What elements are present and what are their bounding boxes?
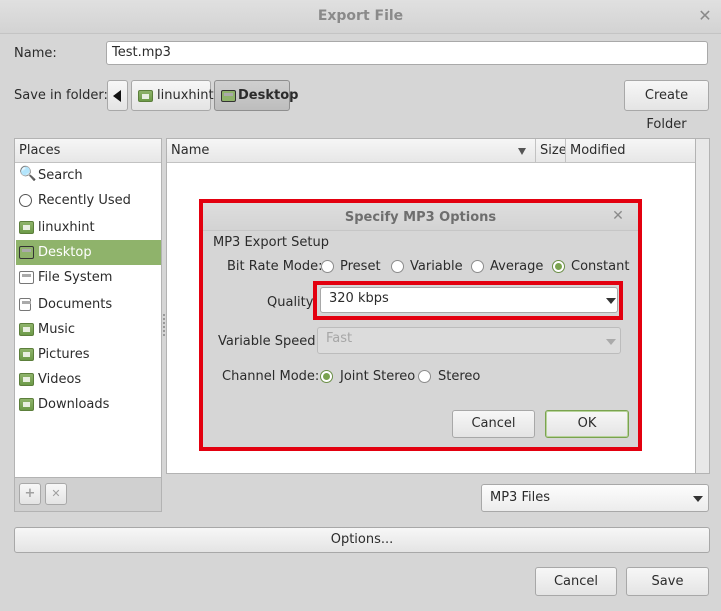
search-icon: 🔍 (19, 166, 37, 182)
places-header: Places (15, 139, 161, 163)
place-label: Music (38, 322, 75, 337)
file-type-value: MP3 Files (490, 490, 550, 505)
window-title: Export File (317, 8, 404, 24)
place-label: Downloads (38, 397, 110, 412)
pictures-folder-icon (19, 348, 34, 361)
path-back-button[interactable] (107, 80, 128, 111)
column-name[interactable]: Name (167, 139, 535, 163)
place-label: Videos (38, 372, 82, 387)
save-button[interactable]: Save (626, 567, 709, 596)
place-file-system[interactable]: File System (16, 265, 161, 290)
filename-input[interactable]: Test.mp3 (106, 41, 708, 65)
title-bar: Export File ✕ (0, 0, 721, 34)
dialog-highlight (199, 199, 642, 451)
downloads-folder-icon (19, 398, 34, 411)
crumb-label: Desktop (238, 88, 299, 103)
music-folder-icon (19, 323, 34, 336)
place-label: linuxhint (38, 220, 95, 235)
place-desktop[interactable]: Desktop (16, 240, 161, 265)
column-modified[interactable]: Modified (565, 139, 695, 163)
place-music[interactable]: Music (16, 317, 161, 342)
chevron-down-icon (693, 496, 703, 502)
place-label: Pictures (38, 347, 90, 362)
drive-icon (19, 271, 34, 284)
left-arrow-icon (113, 90, 121, 102)
crumb-linuxhint[interactable]: linuxhint (131, 80, 214, 111)
place-search[interactable]: 🔍 Search (16, 163, 161, 188)
save-in-folder-label: Save in folder: (14, 88, 108, 103)
videos-folder-icon (19, 373, 34, 386)
crumb-desktop[interactable]: Desktop (214, 80, 298, 111)
places-toolbar: + ✕ (14, 478, 162, 512)
place-label: Desktop (38, 245, 92, 260)
place-label: Search (38, 168, 83, 183)
close-icon[interactable]: ✕ (697, 7, 713, 25)
place-label: Recently Used (38, 193, 131, 208)
clock-icon (19, 194, 32, 207)
place-label: Documents (38, 297, 113, 312)
place-linuxhint[interactable]: linuxhint (16, 215, 161, 240)
place-documents[interactable]: Documents (16, 292, 161, 317)
place-label: File System (38, 270, 113, 285)
cancel-button[interactable]: Cancel (535, 567, 617, 596)
sort-down-icon (518, 148, 526, 155)
place-videos[interactable]: Videos (16, 367, 161, 392)
crumb-label: linuxhint (157, 88, 214, 103)
places-panel: Places 🔍 Search Recently Used linuxhint … (14, 138, 162, 478)
file-type-filter[interactable]: MP3 Files (481, 484, 709, 512)
add-bookmark-button[interactable]: + (19, 483, 41, 505)
desktop-icon (19, 246, 34, 259)
create-folder-button[interactable]: Create Folder (624, 80, 709, 132)
remove-bookmark-button[interactable]: ✕ (45, 483, 67, 505)
folder-icon (19, 298, 31, 311)
place-recently-used[interactable]: Recently Used (16, 188, 161, 213)
column-size[interactable]: Size (535, 139, 567, 163)
name-label: Name: (14, 46, 57, 61)
home-folder-icon (138, 90, 153, 102)
place-pictures[interactable]: Pictures (16, 342, 161, 367)
home-folder-icon (19, 221, 34, 234)
options-button[interactable]: Options... (14, 527, 710, 553)
desktop-icon (221, 90, 236, 102)
export-file-window: Export File ✕ Name: Test.mp3 Save in fol… (0, 0, 721, 611)
column-name-label: Name (171, 143, 210, 158)
place-downloads[interactable]: Downloads (16, 392, 161, 417)
files-scrollbar[interactable] (696, 138, 710, 474)
